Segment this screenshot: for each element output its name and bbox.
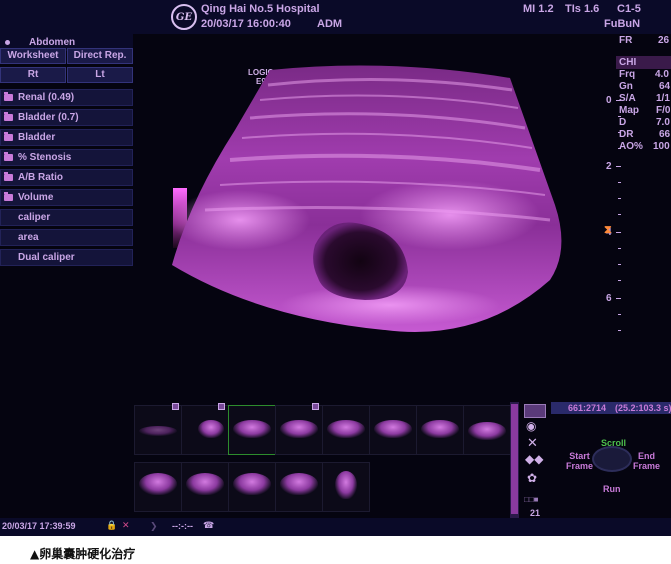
thumbnail[interactable]: [322, 405, 370, 455]
thumbnail[interactable]: [134, 405, 182, 455]
hospital-name: Qing Hai No.5 Hospital: [201, 3, 320, 15]
menu-item-ab-ratio[interactable]: A/B Ratio: [0, 169, 133, 186]
thumbnail-marker-icon: [218, 403, 225, 410]
folder-icon: [4, 92, 13, 101]
probe-name: C1-5: [617, 3, 641, 15]
figure-caption: ▲卵巢囊肿硬化治疗: [30, 547, 136, 561]
cine-time: (25.2:103.3 s): [615, 403, 671, 413]
param-sa-value: 1/1: [656, 93, 670, 104]
header-bar: GE Qing Hai No.5 Hospital 20/03/17 16:00…: [0, 0, 671, 34]
menu-item-label: Bladder (0.7): [18, 112, 79, 123]
param-frq-label: Frq: [619, 69, 636, 80]
folder-icon: [4, 172, 13, 181]
thumbnail-selected[interactable]: [228, 405, 276, 455]
header-datetime: 20/03/17 16:00:40: [201, 18, 291, 30]
grid-view-icon[interactable]: [524, 404, 546, 418]
thumbnail[interactable]: [463, 405, 511, 455]
bright-tissue: [170, 190, 310, 250]
thumbnail[interactable]: [134, 462, 182, 512]
folder-icon: [4, 152, 13, 161]
depth-label-2: 2: [606, 161, 612, 172]
menu-item-label: Renal (0.49): [18, 92, 75, 103]
menu-item-renal[interactable]: Renal (0.49): [0, 89, 133, 106]
start-frame-button[interactable]: Start Frame: [566, 451, 593, 471]
thermal-index: TIs 1.6: [565, 3, 600, 15]
thumbnail[interactable]: [181, 462, 229, 512]
lock-icon[interactable]: 🔒: [106, 520, 117, 531]
thumbnail[interactable]: [275, 462, 323, 512]
tab-direct-report[interactable]: Direct Rep.: [67, 48, 133, 64]
menu-item-label: Bladder: [18, 132, 56, 143]
ultrasound-image[interactable]: [150, 50, 570, 350]
param-frq-value: 4.0: [655, 69, 669, 80]
measurement-panel: Abdomen Worksheet Direct Rep. Rt Lt Rena…: [0, 34, 134, 266]
thumbnail[interactable]: [228, 462, 276, 512]
param-dr-value: 66: [659, 129, 671, 140]
thumbnail[interactable]: [275, 405, 323, 455]
thumbnail[interactable]: [322, 462, 370, 512]
frame-rate-value: 26: [658, 35, 670, 46]
thumbnail[interactable]: [181, 405, 229, 455]
footer-datetime: 20/03/17 17:39:59: [2, 521, 76, 531]
mechanical-index: MI 1.2: [523, 3, 554, 15]
printer-icon[interactable]: ☎: [203, 520, 214, 531]
param-map-value: F/0: [656, 105, 671, 116]
side-lt-button[interactable]: Lt: [67, 67, 133, 83]
param-ao-value: 100: [653, 141, 670, 152]
param-gn-value: 64: [659, 81, 671, 92]
frame-rate-label: FR: [619, 35, 633, 46]
folder-icon: [4, 112, 13, 121]
focus-marker-icon[interactable]: ⧗: [604, 225, 615, 236]
palette-icon[interactable]: ✿: [527, 472, 537, 484]
footer-bar: 20/03/17 17:39:59 🔒 ✕ ❯ --:-:-- ☎: [0, 518, 671, 536]
folder-icon: [4, 192, 13, 201]
cine-frame-counter: 661:2714: [568, 403, 607, 413]
image-count: 21: [530, 508, 541, 518]
menu-item-bladder-07[interactable]: Bladder (0.7): [0, 109, 133, 126]
exam-title: Abdomen: [29, 37, 76, 48]
swirl-icon[interactable]: ◉: [526, 420, 536, 432]
arrows-icon[interactable]: ◆◆: [525, 453, 543, 465]
end-frame-button[interactable]: End Frame: [633, 451, 660, 471]
tab-worksheet[interactable]: Worksheet: [0, 48, 66, 64]
thumbnail-marker-icon: [312, 403, 319, 410]
menu-item-label: A/B Ratio: [18, 172, 63, 183]
menu-item-caliper[interactable]: caliper: [0, 209, 133, 226]
scrollbar-thumb[interactable]: [511, 404, 518, 514]
thumbnail[interactable]: [416, 405, 464, 455]
menu-item-volume[interactable]: Volume: [0, 189, 133, 206]
thumbnail-scrollbar[interactable]: [510, 402, 519, 518]
side-rt-button[interactable]: Rt: [0, 67, 66, 83]
menu-item-bladder[interactable]: Bladder: [0, 129, 133, 146]
thumbnail[interactable]: [369, 405, 417, 455]
folder-icon: [4, 132, 13, 141]
page-nav-icon[interactable]: □□■: [524, 496, 539, 504]
chi-label: CHI: [619, 57, 637, 68]
run-button[interactable]: Run: [603, 484, 621, 494]
depth-label-6: 6: [606, 293, 612, 304]
param-d-value: 7.0: [656, 117, 670, 128]
cine-thumbnails: [134, 402, 511, 518]
menu-item-label: % Stenosis: [18, 152, 72, 163]
tools-icon[interactable]: ✕: [527, 436, 538, 449]
chevron-right-icon: ❯: [150, 521, 158, 531]
close-icon[interactable]: ✕: [122, 520, 130, 531]
menu-item-stenosis[interactable]: % Stenosis: [0, 149, 133, 166]
menu-item-label: area: [18, 232, 39, 243]
ge-logo: GE: [171, 4, 197, 30]
depth-label-0: 0: [606, 95, 612, 106]
divider-icon: --:-:--: [172, 521, 193, 531]
menu-item-label: Dual caliper: [18, 252, 75, 263]
operator-id: ADM: [317, 18, 343, 30]
preset-name: FuBuN: [604, 18, 641, 30]
menu-item-dual-caliper[interactable]: Dual caliper: [0, 249, 133, 266]
trackball-icon[interactable]: [592, 446, 632, 472]
thumbnail-marker-icon: [172, 403, 179, 410]
menu-item-area[interactable]: area: [0, 229, 133, 246]
menu-item-label: Volume: [18, 192, 54, 203]
menu-item-label: caliper: [18, 212, 51, 223]
bullet-icon: [5, 40, 10, 45]
ultrasound-screen: GE Qing Hai No.5 Hospital 20/03/17 16:00…: [0, 0, 671, 536]
